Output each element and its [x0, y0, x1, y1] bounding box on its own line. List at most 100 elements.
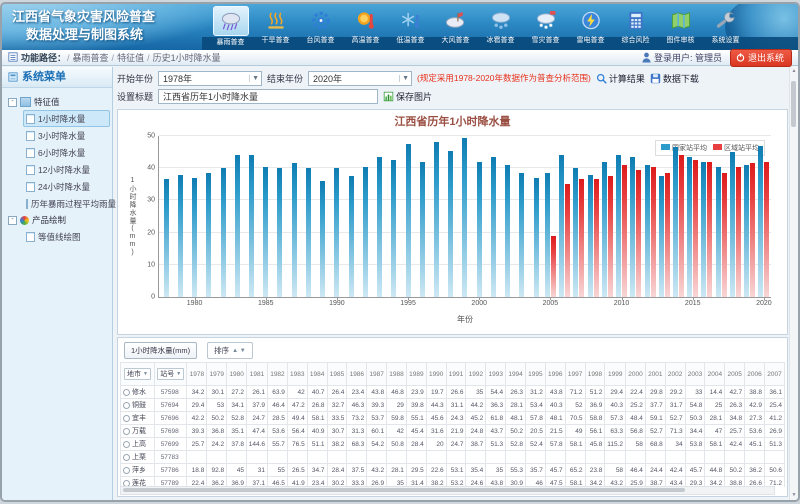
- vertical-scrollbar[interactable]: ▲ ▼: [789, 67, 798, 500]
- station-filter-select[interactable]: 站号 ▼: [157, 368, 184, 380]
- table-row[interactable]: 修水5759834.230.127.226.163.94240.726.423.…: [121, 386, 785, 399]
- bar-national-2005[interactable]: [545, 173, 550, 297]
- year-column-header[interactable]: 1979: [207, 363, 227, 386]
- station-name-cell[interactable]: 上栗: [121, 451, 155, 464]
- sidebar-item-6小时降水量[interactable]: 6小时降水量: [23, 144, 110, 161]
- bar-regional-2017[interactable]: [722, 173, 727, 297]
- station-name-cell[interactable]: 万载: [121, 425, 155, 438]
- data-download-button[interactable]: 数据下载: [650, 72, 699, 85]
- sidebar-item-等值线绘图[interactable]: 等值线绘图: [23, 228, 110, 245]
- year-column-header[interactable]: 1983: [287, 363, 307, 386]
- year-column-header[interactable]: 2000: [626, 363, 646, 386]
- station-name-cell[interactable]: 萍乡: [121, 464, 155, 477]
- bar-national-2018[interactable]: [730, 152, 735, 297]
- nav-item-大风普查[interactable]: 大风普查: [433, 6, 478, 49]
- horizontal-scrollbar[interactable]: [120, 486, 775, 495]
- bar-regional-2015[interactable]: [693, 160, 698, 297]
- nav-item-高温普查[interactable]: 高温普查: [343, 6, 388, 49]
- bar-national-1998[interactable]: [448, 151, 453, 298]
- bar-national-1993[interactable]: [377, 157, 382, 297]
- year-column-header[interactable]: 1984: [307, 363, 327, 386]
- sidebar-item-24小时降水量[interactable]: 24小时降水量: [23, 178, 110, 195]
- nav-item-图件审核[interactable]: 图件审核: [658, 6, 703, 49]
- nav-item-低温普查[interactable]: 低温普查: [388, 6, 433, 49]
- year-column-header[interactable]: 1996: [545, 363, 565, 386]
- bar-national-2008[interactable]: [588, 175, 593, 297]
- bar-national-1988[interactable]: [306, 168, 311, 297]
- year-column-header[interactable]: 1992: [466, 363, 486, 386]
- table-row[interactable]: 萍乡5778618.892.845315526.534.728.437.543.…: [121, 464, 785, 477]
- year-column-header[interactable]: 2006: [745, 363, 765, 386]
- radio-icon[interactable]: [123, 402, 130, 409]
- bar-national-1979[interactable]: [178, 175, 183, 297]
- year-column-header[interactable]: 1981: [247, 363, 268, 386]
- collapse-icon[interactable]: -: [8, 98, 17, 107]
- year-column-header[interactable]: 1993: [486, 363, 506, 386]
- bar-national-1990[interactable]: [334, 168, 339, 297]
- year-column-header[interactable]: 1982: [268, 363, 288, 386]
- sidebar-item-历年暴雨过程平均雨量[interactable]: 历年暴雨过程平均雨量: [23, 195, 110, 212]
- bar-regional-2007[interactable]: [579, 179, 584, 297]
- radio-icon[interactable]: [123, 441, 130, 448]
- bar-national-1999[interactable]: [462, 138, 467, 297]
- sidebar-item-1小时降水量[interactable]: 1小时降水量: [23, 110, 110, 127]
- table-row[interactable]: 上高5769925.724.237.8144.655.776.551.138.2…: [121, 438, 785, 451]
- bar-national-1983[interactable]: [235, 155, 240, 297]
- bar-national-2016[interactable]: [701, 162, 706, 297]
- bar-national-2009[interactable]: [602, 162, 607, 297]
- breadcrumb-segment[interactable]: 暴雨普查: [71, 53, 111, 63]
- nav-item-暴雨普查[interactable]: 暴雨普查: [208, 6, 253, 49]
- breadcrumb-segment[interactable]: 历史1小时降水量: [151, 53, 223, 63]
- bar-national-2003[interactable]: [519, 173, 524, 297]
- bar-regional-2019[interactable]: [750, 163, 755, 297]
- year-column-header[interactable]: 1997: [565, 363, 585, 386]
- bar-national-1986[interactable]: [277, 168, 282, 297]
- sidebar-group-特征值[interactable]: -特征值: [8, 94, 110, 110]
- bar-national-1995[interactable]: [406, 144, 411, 297]
- year-column-header[interactable]: 1998: [585, 363, 605, 386]
- bar-national-2014[interactable]: [673, 147, 678, 297]
- sidebar-item-12小时降水量[interactable]: 12小时降水量: [23, 161, 110, 178]
- bar-national-2015[interactable]: [687, 157, 692, 297]
- bar-national-2010[interactable]: [616, 155, 621, 297]
- bar-national-1978[interactable]: [164, 179, 169, 297]
- bar-regional-2013[interactable]: [665, 173, 670, 297]
- station-name-cell[interactable]: 宜丰: [121, 412, 155, 425]
- station-name-cell[interactable]: 上高: [121, 438, 155, 451]
- save-image-button[interactable]: 保存图片: [383, 90, 432, 103]
- bar-national-2000[interactable]: [477, 162, 482, 297]
- bar-national-2006[interactable]: [559, 155, 564, 297]
- year-column-header[interactable]: 1978: [187, 363, 207, 386]
- bar-regional-2014[interactable]: [679, 155, 684, 297]
- bar-national-2013[interactable]: [659, 176, 664, 297]
- bar-regional-2016[interactable]: [707, 162, 712, 297]
- year-column-header[interactable]: 2005: [725, 363, 745, 386]
- bar-regional-2011[interactable]: [636, 170, 641, 297]
- year-column-header[interactable]: 1985: [327, 363, 347, 386]
- year-column-header[interactable]: 2003: [685, 363, 705, 386]
- bar-regional-2018[interactable]: [736, 167, 741, 297]
- year-column-header[interactable]: 1987: [367, 363, 387, 386]
- table-row[interactable]: 铜鼓5769429.45334.137.946.447.226.832.746.…: [121, 399, 785, 412]
- bar-national-1980[interactable]: [192, 178, 197, 297]
- year-column-header[interactable]: 2004: [705, 363, 725, 386]
- data-type-button[interactable]: 1小时降水量(mm): [124, 342, 197, 359]
- sidebar-group-产品绘制[interactable]: -产品绘制: [8, 212, 110, 228]
- year-column-header[interactable]: 1988: [387, 363, 407, 386]
- station-name-cell[interactable]: 修水: [121, 386, 155, 399]
- year-column-header[interactable]: 1986: [347, 363, 367, 386]
- collapse-icon[interactable]: -: [8, 216, 17, 225]
- radio-icon[interactable]: [123, 428, 130, 435]
- bar-regional-2005[interactable]: [551, 236, 556, 297]
- year-column-header[interactable]: 2002: [665, 363, 685, 386]
- bar-regional-2006[interactable]: [565, 184, 570, 297]
- bar-national-2001[interactable]: [491, 157, 496, 297]
- year-column-header[interactable]: 1995: [525, 363, 545, 386]
- bar-regional-2008[interactable]: [594, 179, 599, 297]
- year-column-header[interactable]: 1991: [446, 363, 466, 386]
- bar-national-2002[interactable]: [505, 165, 510, 297]
- bar-national-2004[interactable]: [534, 178, 539, 297]
- bar-national-2011[interactable]: [630, 157, 635, 297]
- nav-item-干旱普查[interactable]: 干旱普查: [253, 6, 298, 49]
- bar-national-1991[interactable]: [349, 176, 354, 297]
